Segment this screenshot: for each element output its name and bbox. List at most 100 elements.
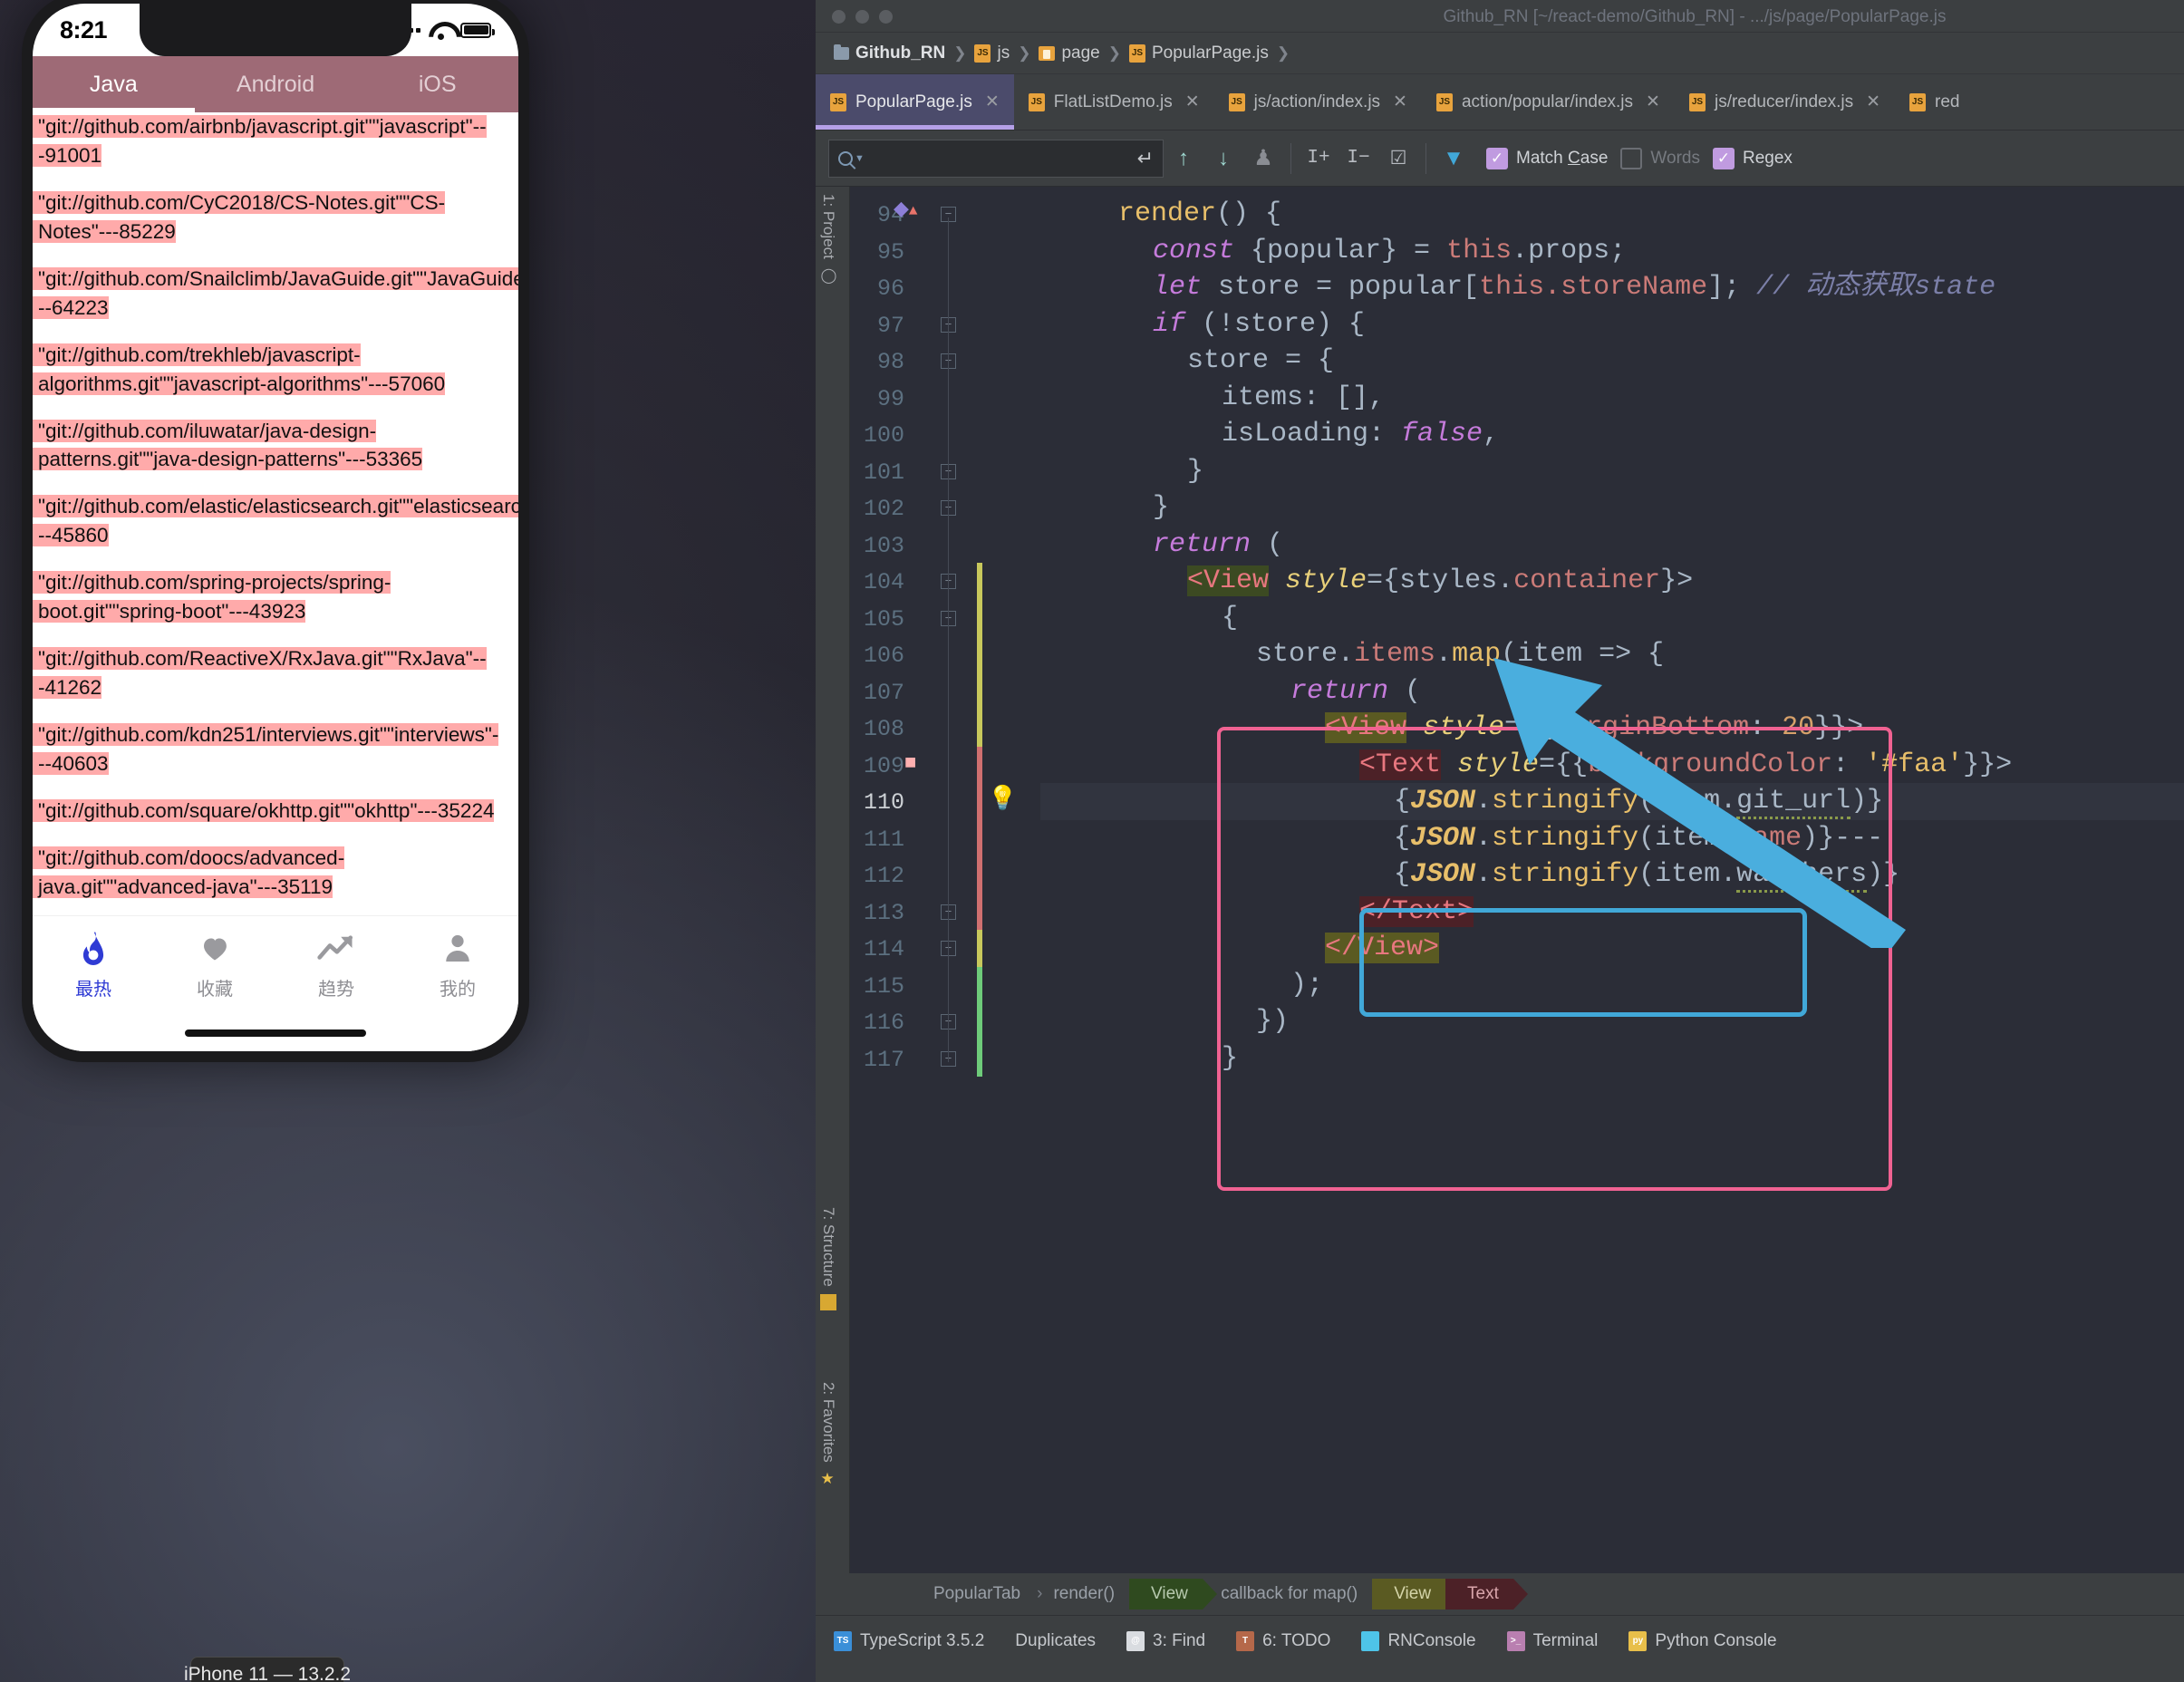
vcs-modified-marker[interactable]	[977, 930, 982, 967]
code-line[interactable]: </Text>	[1040, 894, 2184, 931]
top-tab[interactable]: Android	[195, 72, 357, 98]
gutter-line[interactable]: 112	[850, 856, 1040, 894]
code-line[interactable]: return (	[1040, 673, 2184, 710]
close-tab-icon[interactable]: ✕	[1646, 92, 1660, 112]
editor-tab[interactable]: JS js/action/index.js ✕	[1214, 74, 1422, 130]
close-tab-icon[interactable]: ✕	[1185, 92, 1200, 112]
list-item[interactable]: "git://github.com/spring-projects/spring…	[33, 568, 518, 626]
tool-window-project[interactable]: 1: Project ◯	[819, 194, 837, 284]
gutter-line[interactable]: 115	[850, 967, 1040, 1004]
override-method-icon[interactable]: ◆▲	[894, 198, 918, 221]
list-item[interactable]: "git://github.com/airbnb/javascript.git"…	[33, 112, 518, 170]
select-occurrences-icon[interactable]: ♟	[1243, 139, 1283, 179]
find-previous-button[interactable]: ↑	[1164, 139, 1203, 179]
code-line[interactable]: }	[1040, 1040, 2184, 1078]
code-line[interactable]: </View>	[1040, 930, 2184, 967]
structure-breadcrumb-item[interactable]: Text	[1445, 1579, 1528, 1610]
gutter-line[interactable]: 99	[850, 380, 1040, 417]
code-line[interactable]: <Text style={{backgroundColor: '#faa'}}>	[1040, 747, 2184, 784]
code-line[interactable]: {	[1040, 600, 2184, 637]
status-bar-item[interactable]: @3: Find	[1126, 1630, 1205, 1651]
list-item[interactable]: "git://github.com/Snailclimb/JavaGuide.g…	[33, 265, 518, 323]
intention-bulb-icon[interactable]: 💡	[988, 785, 1017, 813]
gutter-line[interactable]: 107	[850, 673, 1040, 710]
code-line[interactable]: render() {	[1040, 196, 2184, 233]
list-item[interactable]: "git://github.com/elastic/elasticsearch.…	[33, 492, 518, 550]
gutter-line[interactable]: 100	[850, 416, 1040, 453]
select-all-occurrences-icon[interactable]: ☑	[1378, 139, 1418, 179]
breadcrumb-item-file[interactable]: JS PopularPage.js	[1128, 44, 1269, 63]
code-line[interactable]: }	[1040, 453, 2184, 490]
code-line[interactable]: })	[1040, 1003, 2184, 1040]
bottom-tab[interactable]: 收藏	[154, 929, 275, 1000]
add-selection-icon[interactable]: I+	[1299, 139, 1338, 179]
vcs-added-marker[interactable]	[977, 966, 982, 1077]
status-bar-item[interactable]: T 6: TODO	[1236, 1630, 1330, 1651]
structure-breadcrumb-item[interactable]: PopularTab	[924, 1579, 1035, 1610]
gutter-line[interactable]: 95	[850, 233, 1040, 270]
list-item[interactable]: "git://github.com/doocs/advanced-java.gi…	[33, 844, 518, 902]
editor-gutter[interactable]: 94 95 96 97 98 99 100 101 102 103 104 105 106 107 108 1…	[850, 187, 1040, 1573]
gutter-line[interactable]: 96	[850, 269, 1040, 306]
status-bar-item[interactable]: TS TypeScript 3.5.2	[834, 1630, 984, 1651]
code-line[interactable]: store.items.map(item => {	[1040, 636, 2184, 673]
breakpoint-icon[interactable]: ■	[904, 752, 916, 775]
code-line[interactable]: <View style={{marginBottom: 20}}>	[1040, 710, 2184, 747]
bottom-tab[interactable]: 最热	[33, 929, 154, 1000]
match-case-checkbox[interactable]: ✓	[1486, 147, 1508, 169]
top-tab[interactable]: Java	[33, 72, 195, 98]
editor-tab[interactable]: JS red	[1895, 74, 1974, 130]
code-editor[interactable]: render() {const {popular} = this.props; l…	[1040, 187, 2184, 1573]
find-next-button[interactable]: ↓	[1203, 139, 1243, 179]
list-item[interactable]: "git://github.com/kdn251/interviews.git"…	[33, 720, 518, 778]
vcs-changed-marker[interactable]	[977, 746, 982, 930]
list-item[interactable]: "git://github.com/trekhleb/javascript-al…	[33, 341, 518, 399]
editor-tab[interactable]: JS js/reducer/index.js ✕	[1675, 74, 1895, 130]
search-input-wrapper[interactable]: ▼ ↵	[828, 139, 1164, 178]
status-bar-item[interactable]: Duplicates	[1015, 1631, 1096, 1651]
code-line[interactable]: {JSON.stringify(item.name)}---	[1040, 820, 2184, 857]
gutter-line[interactable]: 106	[850, 636, 1040, 673]
code-line[interactable]: {JSON.stringify(item.watchers)}	[1040, 856, 2184, 894]
bottom-tab[interactable]: 我的	[397, 929, 518, 1000]
regex-checkbox[interactable]: ✓	[1712, 147, 1735, 169]
search-input[interactable]	[864, 148, 1137, 169]
vcs-modified-marker[interactable]	[977, 563, 982, 747]
structure-breadcrumb-item[interactable]: View	[1129, 1579, 1217, 1610]
code-line[interactable]: store = {	[1040, 343, 2184, 380]
repo-list[interactable]: "git://github.com/airbnb/javascript.git"…	[33, 112, 518, 915]
gutter-line[interactable]: 108	[850, 710, 1040, 747]
code-line[interactable]: if (!store) {	[1040, 306, 2184, 343]
list-item[interactable]: "git://github.com/ReactiveX/RxJava.git""…	[33, 644, 518, 702]
tool-window-structure[interactable]: 7: Structure	[819, 1207, 837, 1310]
structure-breadcrumb-item[interactable]: callback for map()	[1212, 1579, 1372, 1610]
breadcrumb-item-js[interactable]: JS js	[974, 44, 1010, 63]
gutter-line[interactable]: 109	[850, 747, 1040, 784]
breadcrumb-item-page[interactable]: page	[1039, 44, 1100, 63]
status-bar-item[interactable]: RNConsole	[1361, 1630, 1476, 1651]
editor-tab[interactable]: JS FlatListDemo.js ✕	[1014, 74, 1214, 130]
code-line[interactable]: items: [],	[1040, 380, 2184, 417]
top-tab[interactable]: iOS	[356, 72, 518, 98]
structure-breadcrumb-item[interactable]: View	[1372, 1579, 1460, 1610]
breadcrumb-item-project[interactable]: Github_RN	[834, 44, 945, 63]
code-line[interactable]: let store = popular[this.storeName]; // …	[1040, 269, 2184, 306]
enter-icon[interactable]: ↵	[1137, 147, 1154, 170]
close-tab-icon[interactable]: ✕	[1866, 92, 1880, 112]
editor-tab[interactable]: JS PopularPage.js ✕	[816, 74, 1014, 130]
tool-window-favorites[interactable]: 2: Favorites ★	[819, 1382, 837, 1488]
regex-option[interactable]: ✓ Regex	[1712, 147, 1793, 169]
gutter-line[interactable]: 103	[850, 527, 1040, 564]
status-bar-item[interactable]: >_ Terminal	[1506, 1630, 1598, 1651]
words-option[interactable]: ✓ Words	[1620, 147, 1700, 169]
structure-breadcrumb-item[interactable]: render()	[1044, 1579, 1129, 1610]
code-line[interactable]: );	[1040, 967, 2184, 1004]
code-line[interactable]: {JSON.stringify(item.git_url)}	[1040, 783, 2184, 820]
gutter-line[interactable]: 111	[850, 820, 1040, 857]
list-item[interactable]: "git://github.com/CyC2018/CS-Notes.git""…	[33, 188, 518, 246]
code-line[interactable]: }	[1040, 489, 2184, 527]
close-tab-icon[interactable]: ✕	[985, 92, 1000, 112]
code-line[interactable]: return (	[1040, 527, 2184, 564]
remove-selection-icon[interactable]: I−	[1338, 139, 1378, 179]
match-case-option[interactable]: ✓ Match Case	[1486, 147, 1608, 169]
